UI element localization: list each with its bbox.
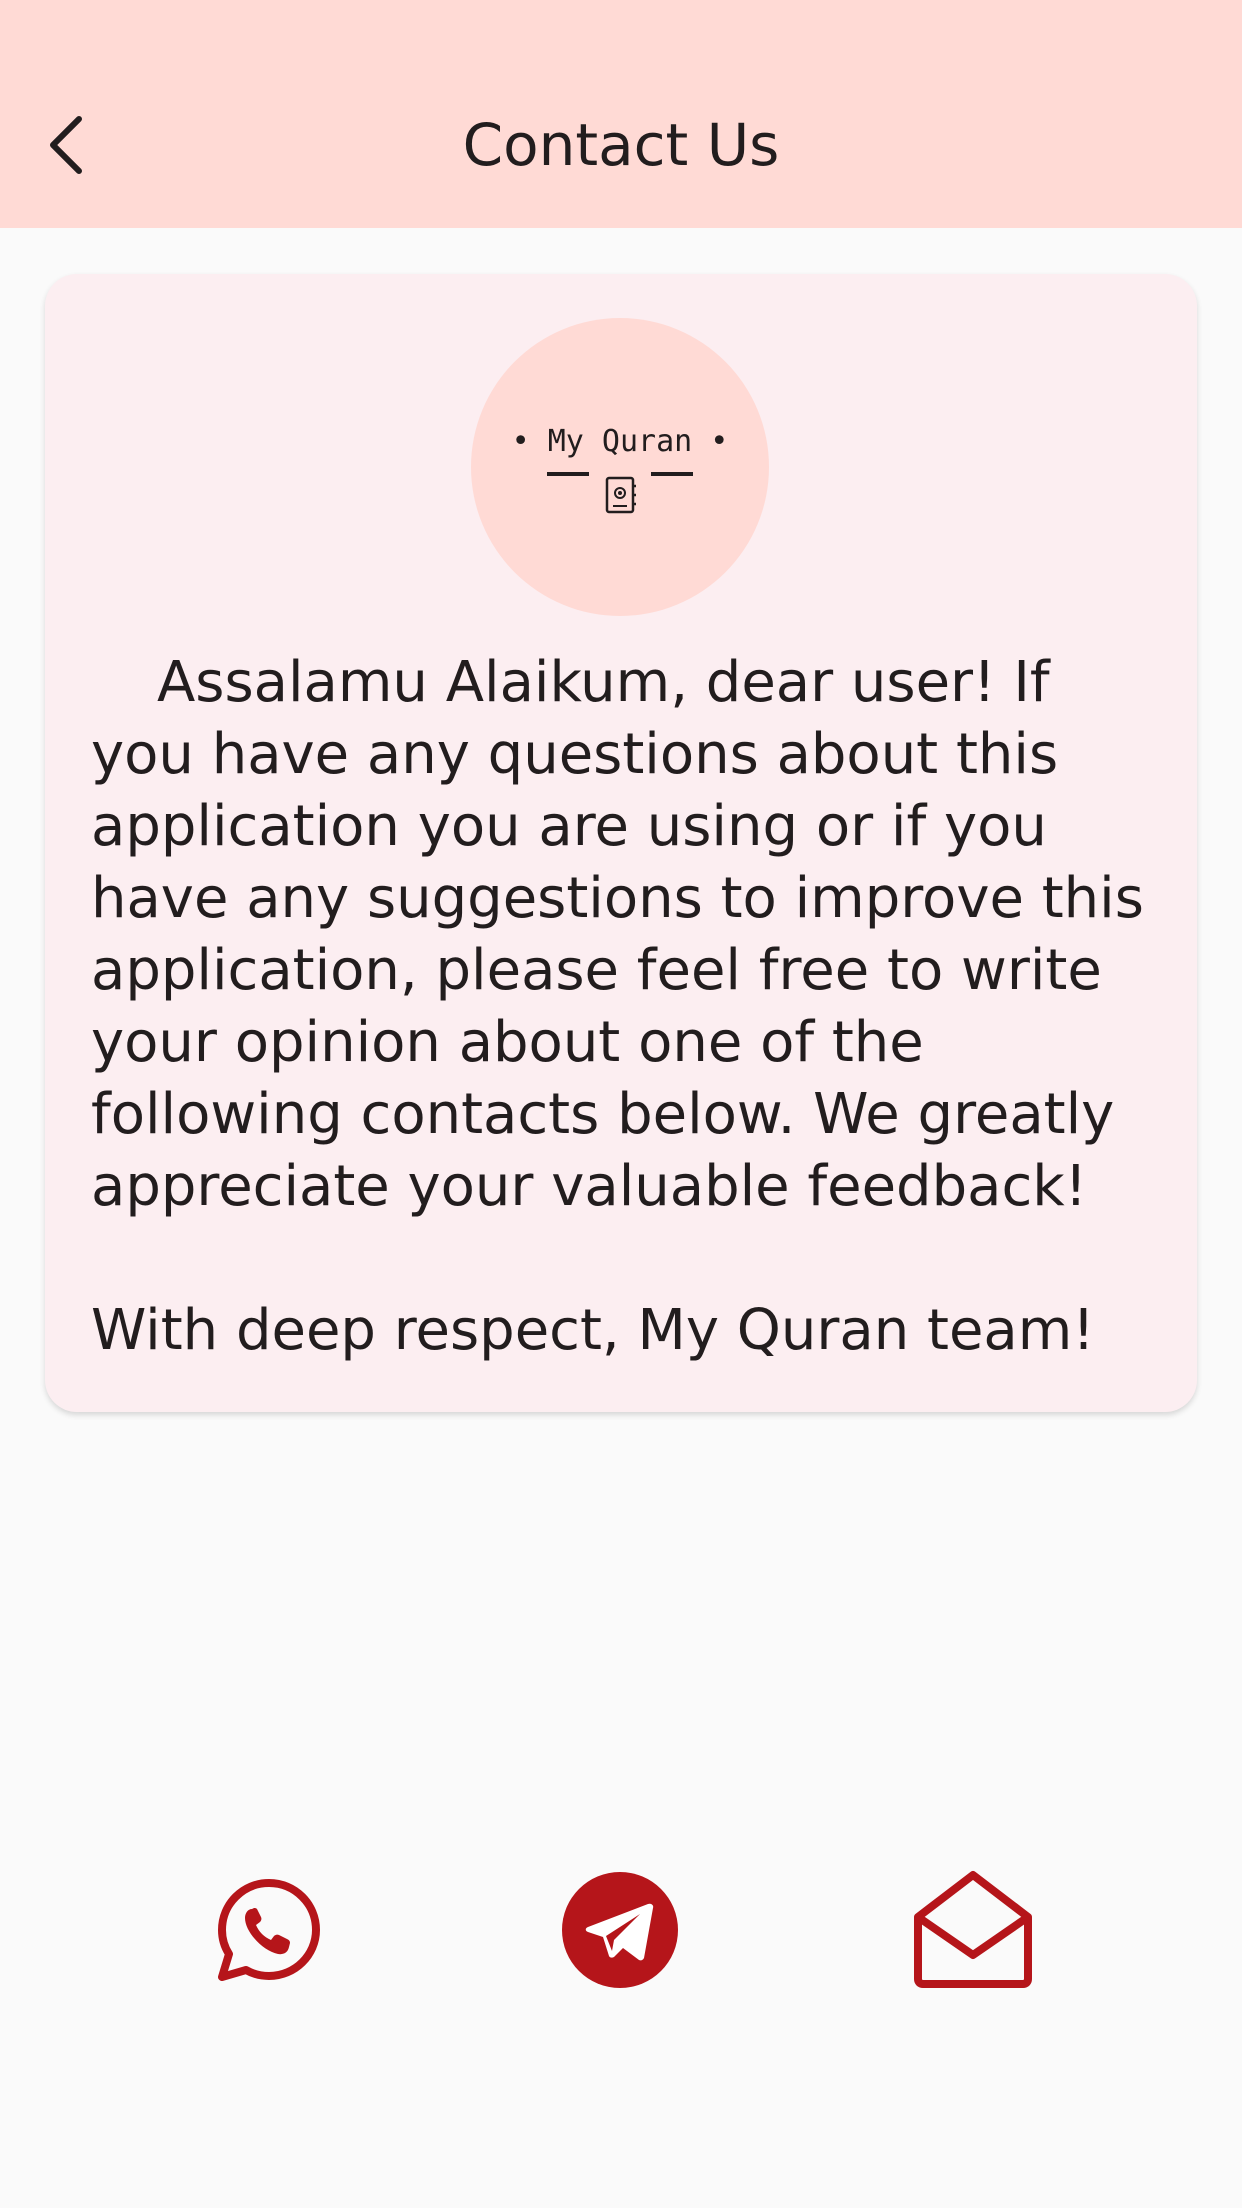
telegram-button[interactable] — [550, 1860, 690, 2000]
app-bar: Contact Us — [0, 0, 1242, 228]
logo-divider-right — [651, 472, 693, 476]
page-title: Contact Us — [462, 111, 780, 179]
logo-divider-left — [547, 472, 589, 476]
address-book-icon — [605, 476, 636, 514]
info-card: • My Quran • Assalamu Alaikum, dear user… — [45, 274, 1197, 1412]
whatsapp-icon — [218, 1879, 320, 1981]
welcome-message-text: Assalamu Alaikum, dear user! If you have… — [91, 650, 1144, 1219]
logo-text: • My Quran • — [511, 424, 729, 459]
email-button[interactable] — [903, 1860, 1043, 2000]
app-logo: • My Quran • — [471, 318, 769, 616]
email-icon — [914, 1871, 1032, 1988]
welcome-message: Assalamu Alaikum, dear user! If you have… — [91, 647, 1161, 1223]
whatsapp-button[interactable] — [199, 1860, 339, 2000]
signature-text: With deep respect, My Quran team! — [91, 1298, 1095, 1363]
telegram-icon — [562, 1872, 678, 1988]
